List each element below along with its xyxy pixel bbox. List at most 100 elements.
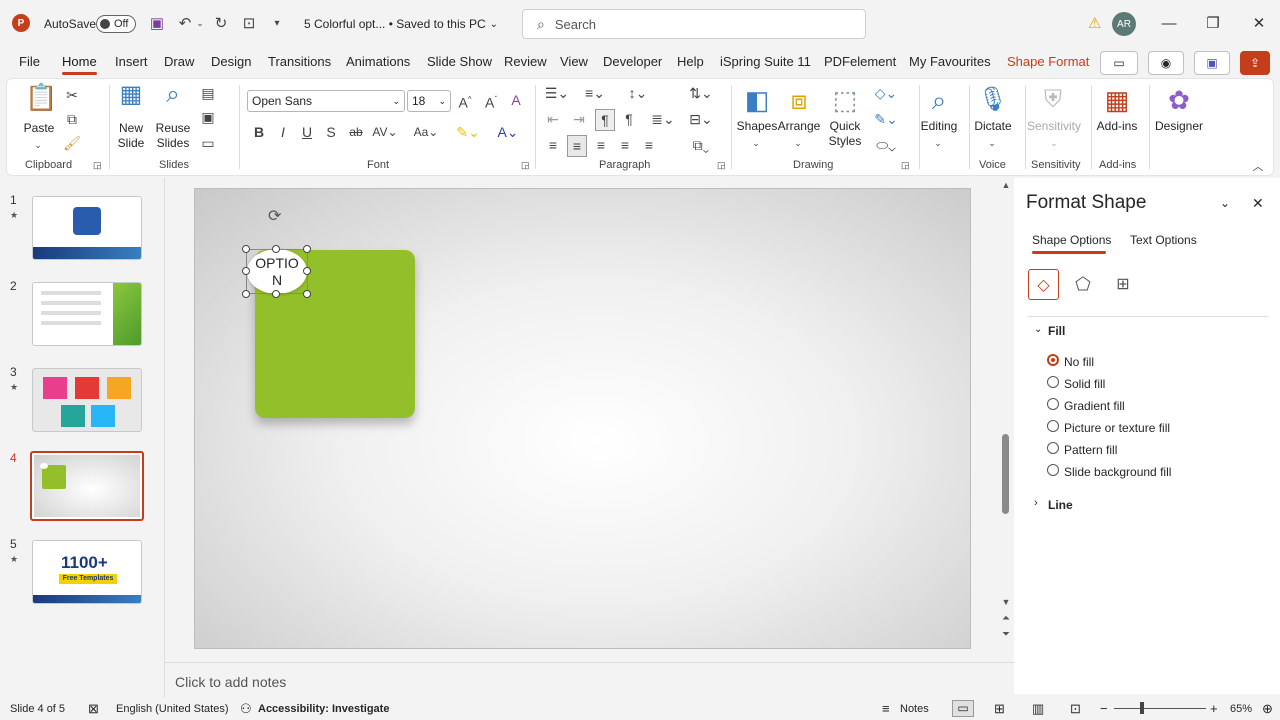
avatar[interactable]: AR	[1112, 12, 1136, 36]
next-slide-icon[interactable]: ⏷	[1000, 629, 1012, 640]
designer-icon[interactable]: ✿	[1163, 83, 1195, 117]
shadow-icon[interactable]: S	[323, 122, 339, 142]
microphone-icon[interactable]: 🎙	[977, 83, 1009, 117]
paste-icon[interactable]: 📋	[25, 84, 57, 110]
tab-shape-options[interactable]: Shape Options	[1032, 233, 1111, 247]
shape-fill-icon[interactable]: ◇⌄	[871, 83, 901, 103]
record-button[interactable]: ◉	[1148, 51, 1184, 75]
shapes-button[interactable]: Shapes	[735, 119, 779, 133]
resize-handle[interactable]	[303, 290, 311, 298]
strikethrough-icon[interactable]: ab	[347, 122, 365, 142]
justify-icon[interactable]: ≡	[615, 135, 635, 155]
paste-dropdown-icon[interactable]: ⌄	[31, 135, 45, 155]
decrease-font-icon[interactable]: Aˇ	[481, 90, 501, 113]
vertical-scrollbar-thumb[interactable]	[1002, 434, 1009, 514]
slide-thumbnail-5[interactable]: 1100+ Free Templates	[32, 540, 142, 604]
shapes-icon[interactable]: ◧	[741, 83, 773, 117]
slide-background-fill-radio[interactable]	[1047, 464, 1059, 476]
slideshow-view-icon[interactable]: ⊡	[1070, 701, 1081, 717]
ltr-icon[interactable]: ¶	[619, 109, 639, 129]
editing-icon[interactable]: ⌕	[923, 83, 955, 117]
chevron-down-icon[interactable]: ⌄	[791, 133, 805, 153]
resize-handle[interactable]	[303, 245, 311, 253]
zoom-slider-track[interactable]	[1114, 708, 1206, 709]
tab-view[interactable]: View	[560, 54, 588, 69]
tab-transitions[interactable]: Transitions	[268, 54, 331, 69]
slide-sorter-icon[interactable]: ⊞	[994, 701, 1005, 717]
fill-collapse-chevron-icon[interactable]: ⌄	[1034, 324, 1042, 335]
quick-styles-button[interactable]: Quick Styles	[821, 119, 869, 149]
picture-fill-radio[interactable]	[1047, 420, 1059, 432]
reuse-slides-icon[interactable]: ⌕	[159, 83, 187, 107]
bold-icon[interactable]: B	[251, 122, 267, 142]
fill-line-icon[interactable]: ◇	[1028, 269, 1059, 300]
minimize-icon[interactable]: —	[1154, 10, 1184, 36]
font-size-combo[interactable]: 18 ⌄	[407, 90, 451, 112]
section-icon[interactable]: ▭	[197, 133, 219, 153]
undo-dropdown-icon[interactable]: ⌄	[194, 12, 206, 34]
collapse-ribbon-icon[interactable]: ︿	[1251, 157, 1265, 177]
align-right-icon[interactable]: ≡	[591, 135, 611, 155]
notes-button[interactable]: Notes	[900, 703, 929, 715]
font-color-icon[interactable]: A⌄	[493, 122, 523, 142]
tab-ispring[interactable]: iSpring Suite 11	[720, 54, 811, 69]
slide-thumbnail-4[interactable]	[30, 451, 144, 521]
paste-button[interactable]: Paste	[21, 121, 57, 135]
tab-design[interactable]: Design	[211, 54, 251, 69]
document-title[interactable]: 5 Colorful opt... • Saved to this PC ⌄	[304, 12, 498, 36]
change-case-icon[interactable]: Aa⌄	[411, 122, 441, 142]
solid-fill-label[interactable]: Solid fill	[1064, 377, 1105, 391]
language-status[interactable]: English (United States)	[116, 703, 229, 715]
font-launcher-icon[interactable]: ◲	[521, 159, 530, 171]
reset-icon[interactable]: ▣	[197, 107, 219, 127]
underline-icon[interactable]: U	[299, 122, 315, 142]
scroll-up-icon[interactable]: ▲	[1000, 180, 1012, 190]
redo-icon[interactable]: ↻	[210, 12, 232, 34]
copy-icon[interactable]: ⧉	[63, 109, 81, 129]
close-icon[interactable]: ✕	[1244, 10, 1274, 36]
line-section-header[interactable]: Line	[1048, 498, 1073, 512]
gradient-fill-radio[interactable]	[1047, 398, 1059, 410]
search-box[interactable]: ⌕ Search	[522, 9, 866, 39]
present-icon[interactable]: ⊡	[238, 12, 260, 34]
smartart-icon[interactable]: ⧉⌄	[687, 135, 715, 155]
tab-home[interactable]: Home	[62, 54, 97, 75]
tab-insert[interactable]: Insert	[115, 54, 148, 69]
decrease-indent-icon[interactable]: ⇤	[543, 109, 563, 129]
format-painter-icon[interactable]: 🖌	[63, 133, 81, 153]
notes-pane[interactable]: Click to add notes	[165, 662, 1015, 698]
rtl-icon[interactable]: ¶	[595, 109, 615, 131]
comments-button[interactable]: ▭	[1100, 51, 1138, 75]
customize-qat-icon[interactable]: ▾	[266, 12, 288, 34]
editing-button[interactable]: Editing	[917, 119, 961, 133]
align-center-icon[interactable]: ≡	[567, 135, 587, 157]
tab-draw[interactable]: Draw	[164, 54, 194, 69]
increase-indent-icon[interactable]: ⇥	[569, 109, 589, 129]
zoom-out-icon[interactable]: −	[1100, 701, 1108, 716]
normal-view-icon[interactable]: ▭	[952, 700, 974, 717]
tab-shape-format[interactable]: Shape Format	[1007, 54, 1089, 69]
drawing-launcher-icon[interactable]: ◲	[901, 159, 910, 171]
resize-handle[interactable]	[272, 245, 280, 253]
resize-handle[interactable]	[242, 267, 250, 275]
zoom-in-icon[interactable]: +	[1210, 701, 1218, 716]
slide-thumbnail-2[interactable]	[32, 282, 142, 346]
arrange-icon[interactable]: ⧈	[783, 83, 815, 117]
arrange-button[interactable]: Arrange	[777, 119, 821, 133]
increase-font-icon[interactable]: A^	[455, 90, 475, 113]
fill-section-header[interactable]: Fill	[1048, 324, 1065, 338]
undo-icon[interactable]: ↶	[174, 12, 196, 34]
notes-icon[interactable]: ≡	[882, 701, 890, 716]
paragraph-launcher-icon[interactable]: ◲	[717, 159, 726, 171]
reading-view-icon[interactable]: ▥	[1032, 701, 1044, 717]
resize-handle[interactable]	[303, 267, 311, 275]
zoom-slider-thumb[interactable]	[1140, 702, 1144, 714]
line-expand-chevron-icon[interactable]: ›	[1034, 497, 1038, 509]
restore-icon[interactable]: ❐	[1198, 10, 1228, 36]
chevron-down-icon[interactable]: ⌄	[985, 133, 999, 153]
pattern-fill-radio[interactable]	[1047, 442, 1059, 454]
clipboard-launcher-icon[interactable]: ◲	[93, 159, 102, 171]
option-circle-shape[interactable]: OPTIO N	[247, 249, 307, 294]
italic-icon[interactable]: I	[275, 122, 291, 142]
tab-developer[interactable]: Developer	[603, 54, 662, 69]
